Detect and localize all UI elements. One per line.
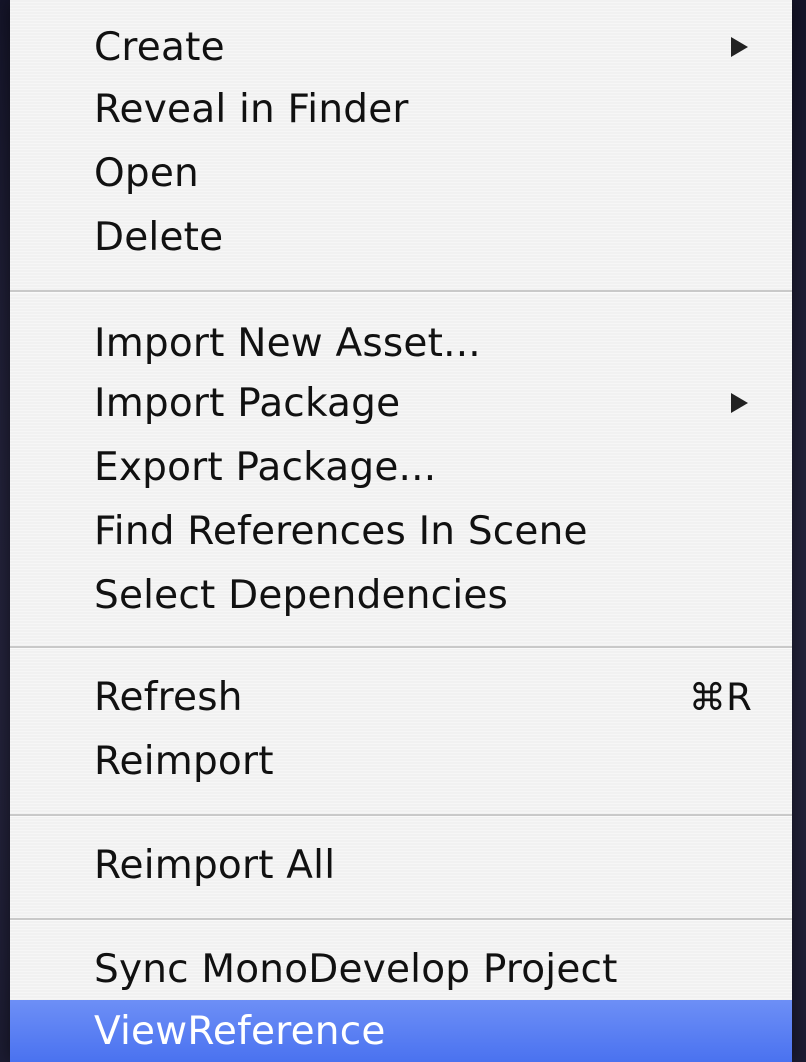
menu-separator (10, 290, 792, 293)
menu-item-open[interactable]: Open (10, 142, 792, 204)
submenu-arrow-icon (731, 37, 748, 57)
menu-item-sync-monodevelop-project[interactable]: Sync MonoDevelop Project (10, 938, 792, 1000)
menu-item-label: Import Package (94, 380, 401, 426)
menu-item-select-dependencies[interactable]: Select Dependencies (10, 564, 792, 626)
menu-item-export-package[interactable]: Export Package... (10, 436, 792, 498)
menu-item-import-new-asset[interactable]: Import New Asset... (10, 312, 792, 374)
menu-item-label: Sync MonoDevelop Project (94, 946, 618, 992)
menu-item-label: Open (94, 150, 199, 196)
menu-item-import-package[interactable]: Import Package (10, 372, 792, 434)
menu-item-find-references-in-scene[interactable]: Find References In Scene (10, 500, 792, 562)
menu-item-viewreference[interactable]: ViewReference (10, 1000, 792, 1062)
context-menu: Create Reveal in Finder Open Delete Impo… (10, 0, 792, 1062)
menu-item-label: Select Dependencies (94, 572, 509, 618)
menu-item-delete[interactable]: Delete (10, 206, 792, 268)
menu-item-label: Refresh (94, 674, 243, 720)
menu-item-label: Create (94, 24, 225, 70)
menu-item-label: Export Package... (94, 444, 437, 490)
menu-separator (10, 646, 792, 649)
menu-item-label: Delete (94, 214, 224, 260)
submenu-arrow-icon (731, 393, 748, 413)
menu-item-label: Reveal in Finder (94, 86, 409, 132)
menu-item-label: Reimport (94, 738, 274, 784)
menu-separator (10, 918, 792, 921)
menu-item-reveal-in-finder[interactable]: Reveal in Finder (10, 78, 792, 140)
menu-separator (10, 814, 792, 817)
menu-item-label: ViewReference (94, 1008, 386, 1054)
menu-item-label: Reimport All (94, 842, 336, 888)
menu-item-label: Import New Asset... (94, 320, 481, 366)
menu-item-label: Find References In Scene (94, 508, 588, 554)
menu-item-reimport[interactable]: Reimport (10, 730, 792, 792)
menu-item-reimport-all[interactable]: Reimport All (10, 834, 792, 896)
shortcut-label: ⌘R (688, 675, 752, 719)
menu-item-refresh[interactable]: Refresh ⌘R (10, 666, 792, 728)
menu-item-create[interactable]: Create (10, 16, 792, 78)
